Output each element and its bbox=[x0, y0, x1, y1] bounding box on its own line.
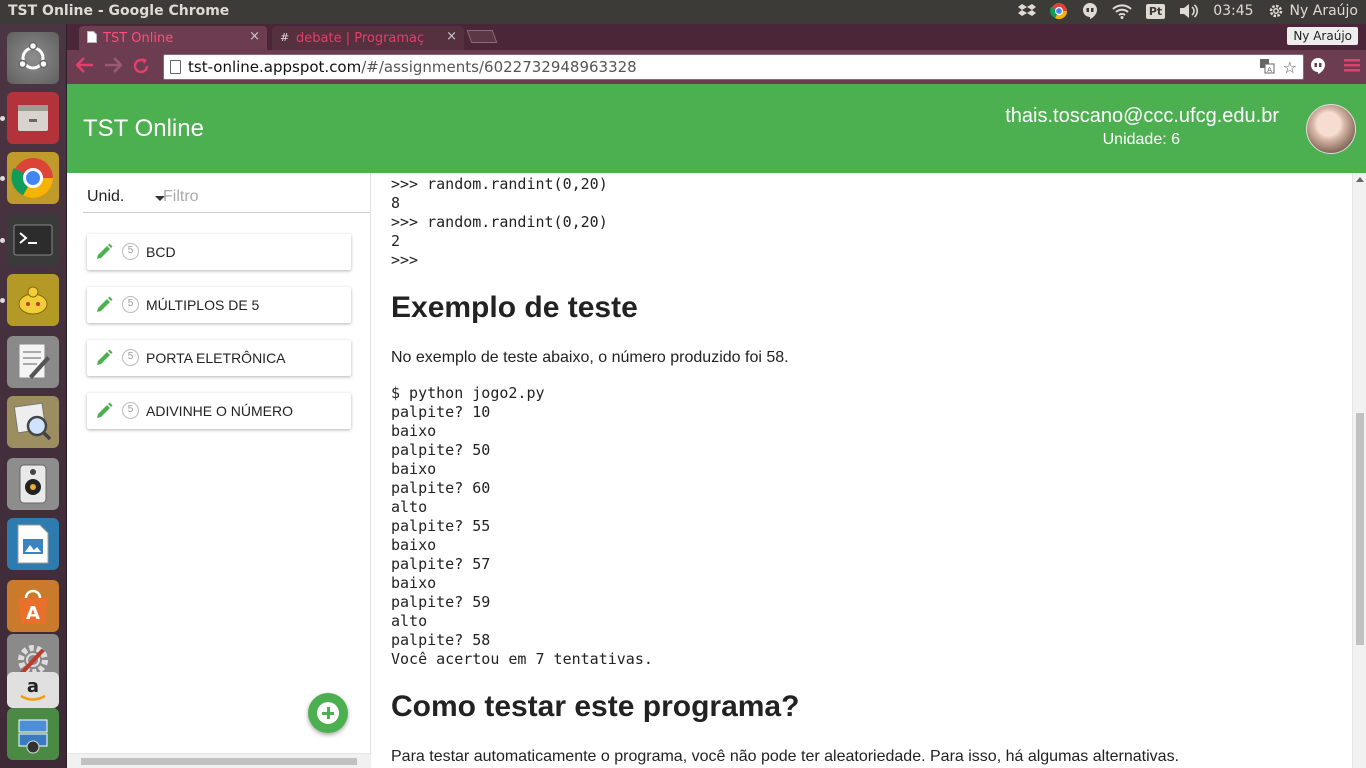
keyboard-layout-indicator[interactable]: Pt bbox=[1145, 3, 1166, 19]
launcher: A a bbox=[0, 24, 67, 768]
assignment-name: PORTA ELETRÔNICA bbox=[146, 350, 286, 366]
unit-badge: 5 bbox=[122, 402, 139, 419]
indicator-area: Pt 03:45 Ny Araújo bbox=[1017, 2, 1358, 20]
translate-icon[interactable]: A bbox=[1259, 58, 1275, 78]
image-viewer-icon[interactable] bbox=[7, 396, 59, 448]
ubuntu-dash-icon[interactable] bbox=[7, 32, 59, 84]
svg-text:a: a bbox=[27, 677, 39, 697]
speaker-icon[interactable] bbox=[7, 458, 59, 510]
page-icon bbox=[87, 31, 98, 44]
assignment-name: MÚLTIPLOS DE 5 bbox=[146, 297, 260, 313]
heading-example: Exemplo de teste bbox=[391, 291, 638, 324]
running-indicator bbox=[0, 116, 5, 121]
address-bar[interactable]: tst-online.appspot.com/#/assignments/602… bbox=[163, 54, 1304, 80]
tab-debate[interactable]: # debate | Programaç × bbox=[272, 26, 464, 50]
hash-icon: # bbox=[280, 31, 290, 44]
genie-icon[interactable] bbox=[7, 274, 59, 326]
tab-tst-online[interactable]: TST Online × bbox=[79, 26, 267, 50]
pencil-icon[interactable] bbox=[95, 349, 113, 367]
volume-icon[interactable] bbox=[1179, 3, 1199, 19]
hangouts-extension-icon[interactable] bbox=[1310, 57, 1326, 80]
code-block-randint: >>> random.randint(0,20) 8 >>> random.ra… bbox=[391, 175, 608, 269]
tab-label: TST Online bbox=[103, 30, 174, 46]
assignment-card[interactable]: 5 PORTA ELETRÔNICA bbox=[87, 340, 351, 376]
unit-badge: 5 bbox=[122, 243, 139, 260]
forward-arrow-icon[interactable] bbox=[103, 57, 123, 77]
filter-input[interactable] bbox=[163, 185, 363, 209]
vertical-scrollbar[interactable] bbox=[1352, 173, 1366, 768]
gear-icon bbox=[1268, 3, 1284, 19]
unit-select[interactable]: Unid. bbox=[87, 188, 124, 206]
hamburger-menu-icon[interactable] bbox=[1344, 57, 1360, 80]
paragraph-how-to-test: Para testar automaticamente o programa, … bbox=[391, 748, 1180, 765]
session-menu[interactable]: Ny Araújo bbox=[1268, 3, 1358, 19]
software-center-icon[interactable]: A bbox=[7, 580, 59, 632]
svg-text:A: A bbox=[26, 603, 40, 624]
assignment-name: ADIVINHE O NÚMERO bbox=[146, 403, 294, 419]
new-tab-button[interactable] bbox=[466, 30, 498, 43]
workspaces-icon[interactable] bbox=[7, 708, 59, 760]
heading-how-to-test: Como testar este programa? bbox=[391, 690, 800, 723]
reload-icon[interactable] bbox=[131, 57, 151, 77]
close-tab-icon[interactable]: × bbox=[446, 29, 457, 44]
paragraph-example: No exemplo de teste abaixo, o número pro… bbox=[391, 349, 789, 366]
session-user-name: Ny Araújo bbox=[1289, 3, 1358, 19]
assignment-sidebar: Unid. 5 BCD 5 MÚLTIPLOS DE 5 5 PORTA ELE… bbox=[67, 173, 371, 768]
files-icon[interactable] bbox=[7, 92, 59, 144]
code-block-test-run: $ python jogo2.py palpite? 10 baixo palp… bbox=[391, 384, 653, 668]
running-indicator bbox=[0, 176, 5, 181]
back-arrow-icon[interactable] bbox=[75, 57, 95, 77]
profile-button[interactable]: Ny Araújo bbox=[1287, 27, 1358, 45]
scrollbar-thumb[interactable] bbox=[81, 758, 357, 765]
user-email: thais.toscano@ccc.ufcg.edu.br bbox=[1005, 105, 1279, 127]
url-path: /#/assignments/6022732948963328 bbox=[361, 58, 637, 76]
amazon-icon[interactable]: a bbox=[7, 672, 59, 708]
pencil-icon[interactable] bbox=[95, 402, 113, 420]
running-indicator bbox=[0, 238, 5, 243]
unit-badge: 5 bbox=[122, 349, 139, 366]
assignment-card[interactable]: 5 ADIVINHE O NÚMERO bbox=[87, 393, 351, 429]
pencil-icon[interactable] bbox=[95, 243, 113, 261]
browser-toolbar: tst-online.appspot.com/#/assignments/602… bbox=[67, 50, 1366, 84]
avatar[interactable] bbox=[1306, 104, 1356, 154]
window-title: TST Online - Google Chrome bbox=[8, 3, 230, 19]
clock[interactable]: 03:45 bbox=[1213, 3, 1253, 19]
unit-badge: 5 bbox=[122, 296, 139, 313]
hangouts-tray-icon[interactable] bbox=[1082, 2, 1098, 20]
tab-label: debate | Programaç bbox=[296, 30, 425, 46]
os-top-panel: TST Online - Google Chrome Pt 03:45 Ny A… bbox=[0, 0, 1366, 24]
scrollbar-thumb[interactable] bbox=[1356, 413, 1364, 645]
assignment-name: BCD bbox=[146, 244, 176, 260]
user-unit: Unidade: 6 bbox=[1102, 131, 1180, 148]
tab-strip: TST Online × # debate | Programaç × Ny A… bbox=[67, 24, 1366, 50]
svg-text:A: A bbox=[1267, 66, 1272, 74]
assignment-card[interactable]: 5 MÚLTIPLOS DE 5 bbox=[87, 287, 351, 323]
chrome-tray-icon[interactable] bbox=[1049, 2, 1068, 20]
browser-window: TST Online × # debate | Programaç × Ny A… bbox=[67, 24, 1366, 768]
pencil-icon[interactable] bbox=[95, 296, 113, 314]
chrome-launcher-icon[interactable] bbox=[7, 152, 59, 204]
text-editor-icon[interactable] bbox=[7, 336, 59, 388]
page-icon bbox=[170, 60, 181, 74]
assignment-card[interactable]: 5 BCD bbox=[87, 234, 351, 270]
horizontal-scrollbar[interactable] bbox=[67, 753, 371, 768]
add-assignment-button[interactable] bbox=[308, 693, 348, 733]
bookmark-star-icon[interactable]: ☆ bbox=[1283, 58, 1297, 78]
terminal-icon[interactable] bbox=[7, 214, 59, 266]
url-host: tst-online.appspot.com bbox=[188, 58, 362, 76]
app-title[interactable]: TST Online bbox=[83, 115, 204, 143]
running-indicator bbox=[0, 298, 5, 303]
plus-icon bbox=[317, 702, 339, 724]
assignment-content: >>> random.randint(0,20) 8 >>> random.ra… bbox=[372, 173, 1352, 768]
app-header: TST Online thais.toscano@ccc.ufcg.edu.br… bbox=[67, 84, 1366, 173]
filter-row: Unid. bbox=[83, 181, 370, 213]
close-tab-icon[interactable]: × bbox=[249, 29, 260, 44]
libreoffice-impress-icon[interactable] bbox=[7, 518, 59, 570]
dropbox-icon[interactable] bbox=[1017, 3, 1036, 19]
scroll-up-arrow-icon[interactable] bbox=[1356, 177, 1364, 182]
wifi-icon[interactable] bbox=[1112, 3, 1132, 19]
